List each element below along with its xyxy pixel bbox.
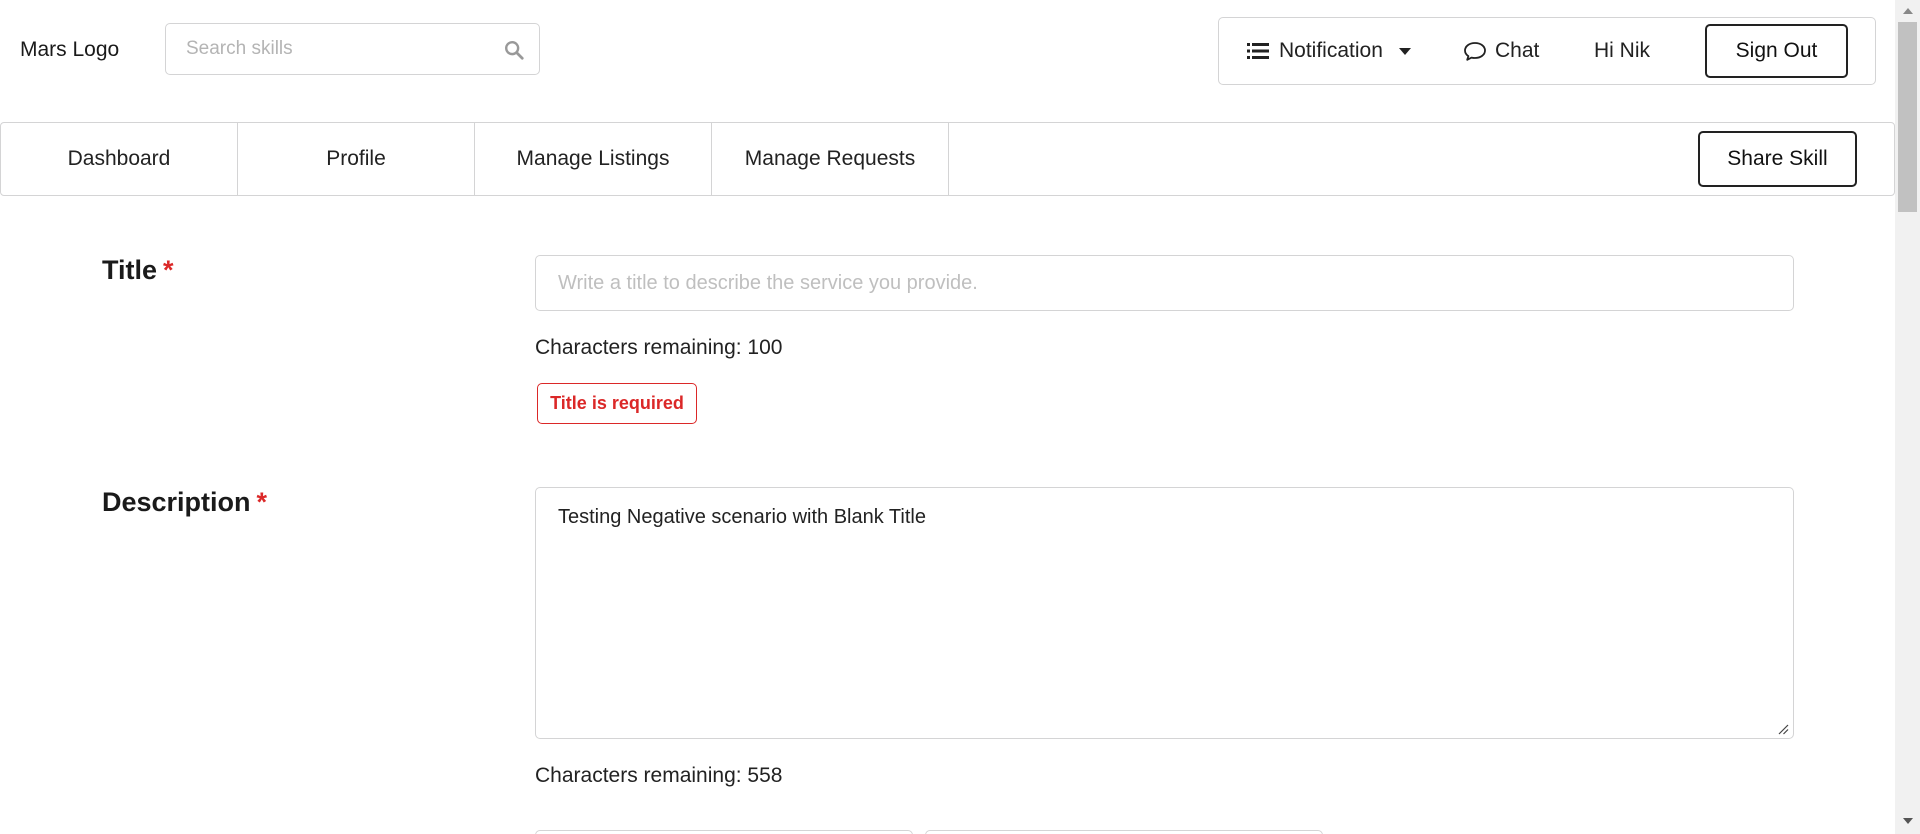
page-scrollbar[interactable] (1895, 0, 1920, 834)
share-skill-button[interactable]: Share Skill (1698, 131, 1857, 187)
title-input[interactable] (535, 255, 1794, 311)
user-greeting[interactable]: Hi Nik (1594, 18, 1650, 84)
sign-out-button[interactable]: Sign Out (1705, 24, 1848, 78)
title-label-text: Title (102, 255, 158, 285)
notification-label: Notification (1279, 39, 1383, 62)
next-field-box[interactable] (535, 830, 913, 834)
list-icon (1247, 43, 1269, 59)
mars-logo[interactable]: Mars Logo (20, 38, 119, 62)
chat-bubble-icon (1464, 42, 1486, 61)
nav-item-profile[interactable]: Profile (238, 123, 475, 195)
required-mark: * (256, 487, 268, 517)
notification-dropdown[interactable]: Notification (1247, 18, 1411, 84)
title-characters-remaining: Characters remaining: 100 (535, 336, 783, 359)
next-field-box[interactable] (925, 830, 1323, 834)
chevron-down-icon (1398, 47, 1411, 55)
title-error-message: Title is required (537, 383, 697, 424)
description-label-text: Description (102, 487, 251, 517)
search-box (165, 23, 540, 75)
nav-item-dashboard[interactable]: Dashboard (1, 123, 238, 195)
nav-item-manage-listings[interactable]: Manage Listings (475, 123, 712, 195)
scrollbar-thumb[interactable] (1898, 22, 1917, 212)
chat-label: Chat (1495, 39, 1540, 62)
description-characters-remaining: Characters remaining: 558 (535, 764, 783, 787)
search-icon[interactable] (503, 39, 525, 61)
description-label: Description * (102, 487, 267, 518)
required-mark: * (163, 255, 174, 285)
main-nav: Dashboard Profile Manage Listings Manage… (0, 122, 1895, 196)
nav-item-manage-requests[interactable]: Manage Requests (712, 123, 949, 195)
top-menu: Notification Chat Hi Nik Sign Out (1218, 17, 1876, 85)
scroll-up-arrow-icon[interactable] (1903, 8, 1913, 14)
title-label: Title * (102, 255, 174, 286)
chat-link[interactable]: Chat (1463, 18, 1539, 84)
scroll-down-arrow-icon[interactable] (1903, 818, 1913, 824)
search-input[interactable] (166, 24, 496, 74)
resize-handle-icon[interactable] (1777, 723, 1789, 735)
description-textarea[interactable]: Testing Negative scenario with Blank Tit… (535, 487, 1794, 739)
